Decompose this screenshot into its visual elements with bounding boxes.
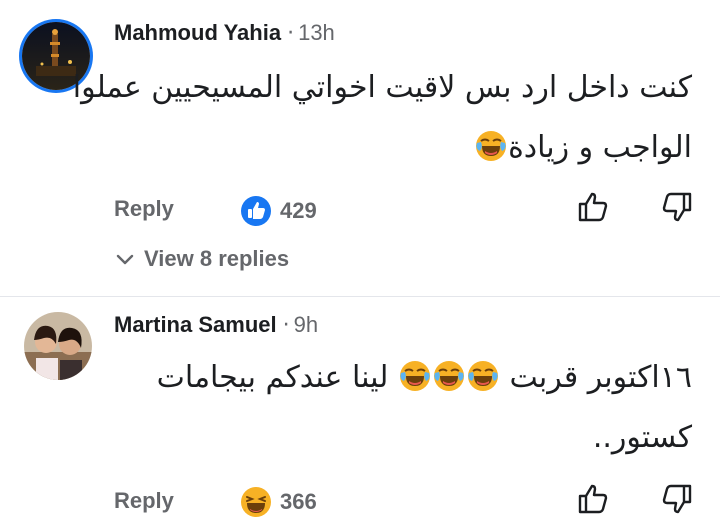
timestamp: 9h bbox=[293, 312, 319, 337]
comment-line: كنت داخل ارد بس لاقيت اخواتي المسيحيين ع… bbox=[72, 70, 692, 105]
comment-line: ١٦اكتوبر قربت لينا عندكم بيجامات bbox=[157, 348, 692, 408]
reaction-count: 366 bbox=[280, 489, 317, 514]
thumbs-down-icon bbox=[662, 192, 692, 222]
thumbs-up-icon bbox=[578, 192, 608, 222]
comment-item: Martina Samuel · 9h ١٦اكتوبر قربت لينا ع… bbox=[0, 300, 720, 531]
comment-divider bbox=[0, 296, 720, 297]
comment-item: Mahmoud Yahia · 13h كنت داخل ارد بس لاقيت … bbox=[0, 0, 720, 300]
thumbs-up-icon bbox=[578, 484, 608, 514]
view-replies-button[interactable]: View 8 replies bbox=[114, 246, 289, 272]
laughing-tears-emoji bbox=[466, 359, 500, 393]
comment-text: ١٦اكتوبر قربت لينا عندكم بيجامات كستور.. bbox=[157, 348, 692, 468]
reply-button[interactable]: Reply bbox=[114, 196, 174, 222]
comment-header: Mahmoud Yahia · 13h bbox=[114, 20, 335, 46]
like-reaction-icon bbox=[240, 195, 272, 227]
timestamp: 13h bbox=[298, 20, 335, 45]
author-name[interactable]: Mahmoud Yahia bbox=[114, 20, 281, 45]
laughing-tears-emoji bbox=[398, 359, 432, 393]
laughing-tears-emoji bbox=[474, 129, 508, 163]
comment-line-text: ١٦اكتوبر قربت bbox=[509, 360, 692, 395]
reactions-summary[interactable]: 366 bbox=[240, 485, 317, 519]
reactions-summary[interactable]: 429 bbox=[240, 194, 317, 228]
like-button[interactable] bbox=[576, 190, 610, 224]
like-button[interactable] bbox=[576, 482, 610, 516]
reply-button[interactable]: Reply bbox=[114, 488, 174, 514]
comment-line-text: لينا عندكم بيجامات bbox=[156, 360, 389, 395]
chevron-down-icon bbox=[114, 248, 136, 270]
comment-header: Martina Samuel · 9h bbox=[114, 312, 318, 338]
comment-text: كنت داخل ارد بس لاقيت اخواتي المسيحيين ع… bbox=[73, 58, 692, 178]
reaction-count: 429 bbox=[280, 198, 317, 223]
haha-reaction-icon bbox=[240, 486, 272, 518]
avatar[interactable] bbox=[24, 312, 92, 380]
comment-line-text: الواجب و زيادة bbox=[508, 130, 692, 165]
separator-dot: · bbox=[282, 313, 290, 338]
view-replies-label: View 8 replies bbox=[144, 246, 290, 271]
dislike-button[interactable] bbox=[660, 482, 694, 516]
separator-dot: · bbox=[287, 21, 295, 46]
dislike-button[interactable] bbox=[660, 190, 694, 224]
comment-line: الواجب و زيادة bbox=[73, 118, 692, 178]
comment-line: كستور.. bbox=[592, 420, 692, 455]
thumbs-down-icon bbox=[662, 484, 692, 514]
author-name[interactable]: Martina Samuel bbox=[114, 312, 277, 337]
laughing-tears-emoji bbox=[432, 359, 466, 393]
